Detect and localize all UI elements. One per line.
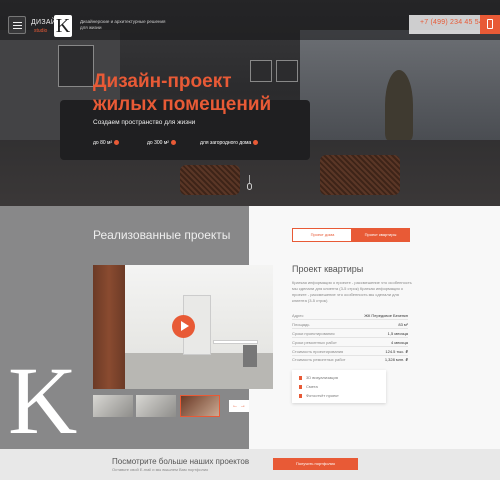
divider xyxy=(292,319,408,320)
ottoman-image xyxy=(320,155,400,195)
spec-value: 1,5 месяца xyxy=(387,331,408,336)
get-portfolio-button[interactable]: Получить портфолио xyxy=(273,458,358,470)
spec-label: Стоимость проектирования xyxy=(292,349,344,354)
projects-heading: Реализованные проекты xyxy=(93,228,231,242)
hero-title: Дизайн-проект жилых помещений xyxy=(93,71,272,115)
door-image xyxy=(93,265,125,389)
file-link[interactable]: 3D визуализация xyxy=(299,375,338,380)
play-icon[interactable] xyxy=(172,315,195,338)
tab-apartment[interactable]: Проект квартиры xyxy=(351,229,410,241)
spec-value: 4 месяца xyxy=(391,340,408,345)
file-icon xyxy=(299,375,302,380)
divider xyxy=(292,355,408,356)
arrow-icon xyxy=(114,140,120,146)
feature-link[interactable]: для загородного дома xyxy=(200,140,259,146)
arrow-icon xyxy=(253,140,259,146)
thumbnail-active[interactable] xyxy=(180,395,220,417)
scroll-line xyxy=(249,175,250,183)
divider xyxy=(292,337,408,338)
thumbnail[interactable] xyxy=(136,395,176,417)
feature-link[interactable]: до 80 м² xyxy=(93,140,120,146)
divider xyxy=(292,346,408,347)
project-files: 3D визуализация Смета Фотоотчёт проект xyxy=(292,370,386,403)
spec-value: 124.5 тыс. ₽ xyxy=(385,349,408,354)
project-description: Краткая информация о проекте - рассмешен… xyxy=(292,280,412,303)
wall-art-image xyxy=(58,45,94,87)
logo-icon[interactable]: K xyxy=(54,15,72,37)
spec-value: 1,328 млн. ₽ xyxy=(384,357,408,362)
thumbnail[interactable] xyxy=(93,395,133,417)
spec-label: Адрес xyxy=(292,313,304,318)
spec-label: Площадь xyxy=(292,322,310,327)
plant-image xyxy=(385,70,413,140)
more-projects-bar xyxy=(0,449,500,480)
spec-label: Сроки проектирования xyxy=(292,331,335,336)
chair-image xyxy=(243,345,257,367)
file-icon xyxy=(299,393,302,398)
file-link[interactable]: Фотоотчёт проект xyxy=(299,393,339,398)
logo-subtext: studio xyxy=(34,28,48,34)
spec-label: Стоимость ремонтных работ xyxy=(292,357,346,362)
file-link[interactable]: Смета xyxy=(299,384,318,389)
phone-link[interactable]: +7 (499) 234 45 54 xyxy=(420,19,483,26)
scroll-down-icon[interactable] xyxy=(247,183,252,190)
gallery-arrows[interactable]: ← → xyxy=(229,400,249,412)
divider xyxy=(292,328,408,329)
menu-icon[interactable] xyxy=(8,16,26,34)
more-projects-subtitle: Оставьте свой E-mail и мы вышлем Вам пор… xyxy=(112,467,209,472)
ottoman-image xyxy=(180,165,240,195)
phone-icon[interactable] xyxy=(480,15,500,34)
hero-subtitle: Создаем пространство для жизни xyxy=(93,119,196,126)
spec-value: ЖК Передовое Безенкн xyxy=(364,313,408,318)
table-image xyxy=(213,340,258,344)
more-projects-title: Посмотрите больше наших проектов xyxy=(112,457,250,466)
tagline: Дизайнерские и архитектурные решения для… xyxy=(80,19,166,30)
file-icon xyxy=(299,384,302,389)
project-tabs: Проект дома Проект квартиры xyxy=(292,228,410,242)
project-detail-title: Проект квартиры xyxy=(292,264,364,274)
decorative-letter: K xyxy=(8,347,78,454)
spec-label: Сроки ремонтных работ xyxy=(292,340,337,345)
feature-link[interactable]: до 300 м² xyxy=(147,140,176,146)
footer-area xyxy=(0,480,500,500)
tab-house[interactable]: Проект дома xyxy=(293,229,352,241)
spec-value: 83 м² xyxy=(398,322,408,327)
arrow-icon xyxy=(170,140,176,146)
